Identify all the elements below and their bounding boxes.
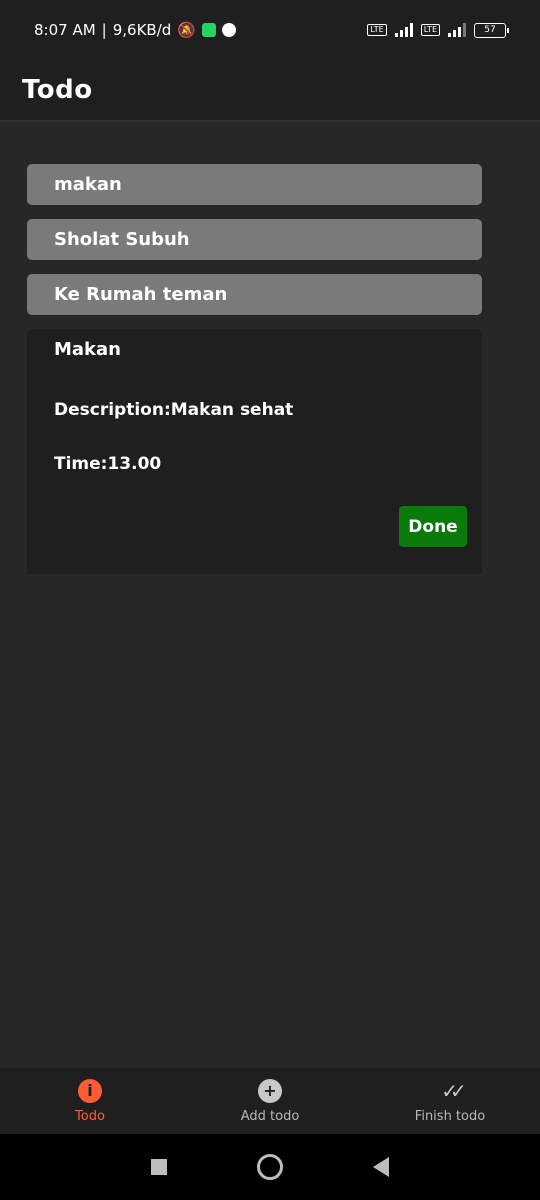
- nav-finish-label: Finish todo: [414, 1108, 486, 1124]
- lte-badge-2: LTE: [420, 24, 440, 36]
- back-icon[interactable]: [373, 1157, 389, 1177]
- signal-icon: [394, 23, 413, 37]
- info-icon: i: [78, 1078, 102, 1103]
- nav-add-todo[interactable]: + Add todo: [180, 1068, 360, 1134]
- todo-item[interactable]: Sholat Subuh: [27, 219, 482, 260]
- status-bar: 8:07 AM | 9,6KB/d 🔕 LTE LTE 57: [0, 0, 540, 60]
- mute-icon: 🔕: [177, 21, 196, 39]
- todo-list: makan Sholat Subuh Ke Rumah teman Makan …: [27, 164, 482, 574]
- todo-description: Description:Makan sehat: [54, 400, 294, 420]
- todo-item-label: makan: [54, 174, 122, 195]
- app-bar: Todo: [0, 60, 540, 122]
- page-title: Todo: [22, 75, 93, 105]
- signal-icon-2: [448, 23, 466, 37]
- recents-icon[interactable]: [151, 1159, 167, 1175]
- expanded-todo-header[interactable]: Makan: [27, 329, 482, 370]
- battery-icon: 57: [474, 22, 509, 38]
- add-icon: +: [258, 1078, 282, 1103]
- system-nav-bar: [0, 1134, 540, 1200]
- google-icon: [221, 23, 236, 37]
- whatsapp-icon: [201, 23, 216, 37]
- todo-item[interactable]: makan: [27, 164, 482, 205]
- nav-finish-todo[interactable]: ✓✓ Finish todo: [360, 1068, 540, 1134]
- expanded-todo-details: Description:Makan sehat Time:13.00 Done: [27, 370, 482, 574]
- double-check-icon: ✓✓: [441, 1078, 467, 1103]
- lte-badge: LTE: [367, 24, 387, 36]
- todo-time: Time:13.00: [54, 454, 162, 474]
- todo-item-label: Ke Rumah teman: [54, 284, 228, 305]
- nav-todo[interactable]: i Todo: [0, 1068, 180, 1134]
- nav-add-label: Add todo: [240, 1108, 300, 1124]
- status-time: 8:07 AM: [34, 21, 96, 39]
- nav-todo-label: Todo: [75, 1108, 105, 1124]
- home-icon[interactable]: [257, 1154, 283, 1180]
- status-right: LTE LTE 57: [367, 22, 509, 38]
- status-divider: |: [101, 21, 107, 39]
- status-left: 8:07 AM | 9,6KB/d 🔕: [34, 21, 236, 39]
- expanded-todo-title: Makan: [54, 339, 121, 360]
- status-speed: 9,6KB/d: [112, 21, 172, 39]
- todo-item-label: Sholat Subuh: [54, 229, 190, 250]
- bottom-nav: i Todo + Add todo ✓✓ Finish todo: [0, 1068, 540, 1134]
- todo-item[interactable]: Ke Rumah teman: [27, 274, 482, 315]
- done-button[interactable]: Done: [399, 506, 467, 547]
